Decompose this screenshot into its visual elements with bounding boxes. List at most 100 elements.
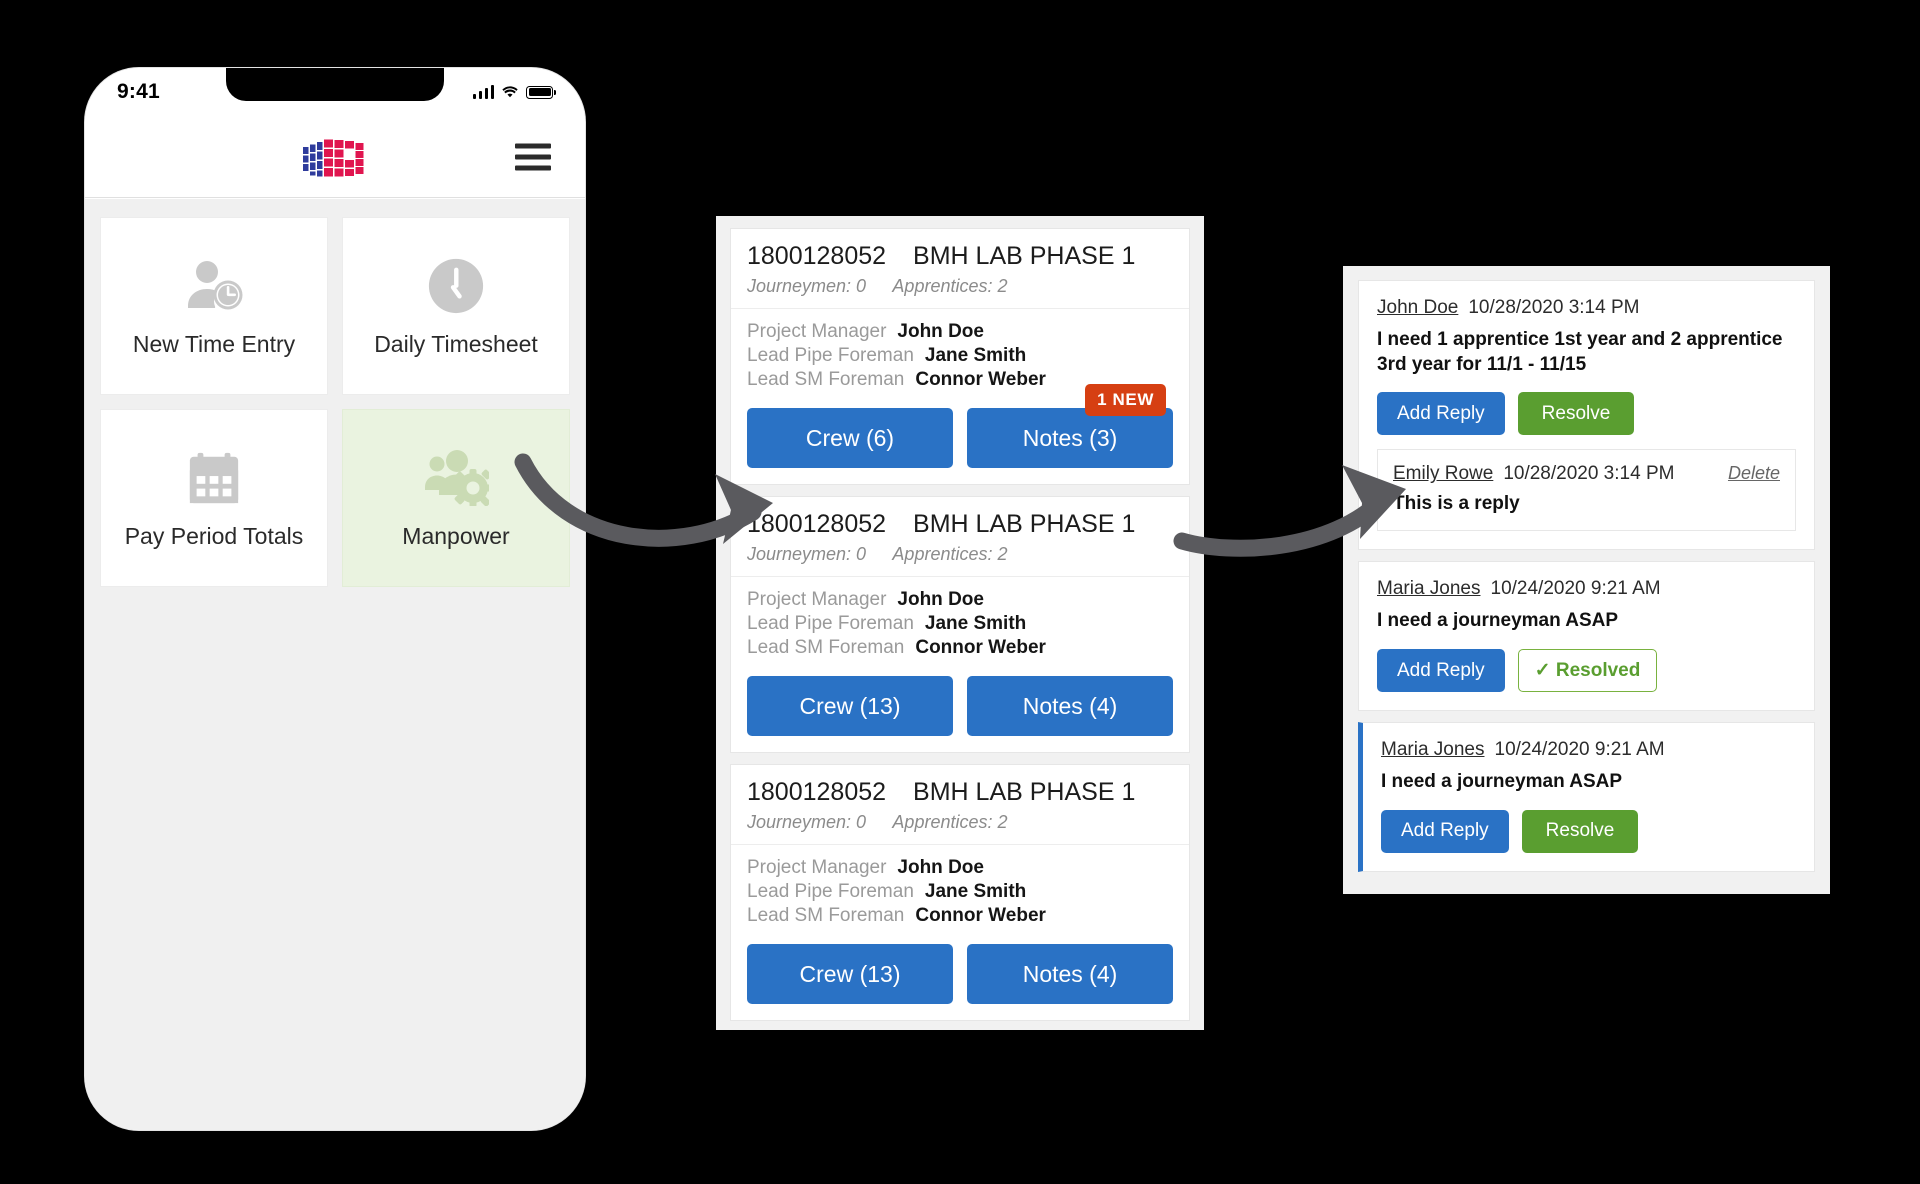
apprentices-count: Apprentices: 2 <box>892 544 1008 564</box>
project-counts: Journeymen: 0 Apprentices: 2 <box>747 812 1173 833</box>
apprentices-count: Apprentices: 2 <box>892 812 1008 832</box>
resolve-button[interactable]: Resolve <box>1521 809 1639 853</box>
project-card[interactable]: 1800128052 BMH LAB PHASE 1 Journeymen: 0… <box>730 228 1190 485</box>
calendar-icon <box>181 447 247 509</box>
note-reply-header: Emily Rowe 10/28/2020 3:14 PM Delete <box>1393 463 1780 485</box>
project-name: BMH LAB PHASE 1 <box>913 778 1136 806</box>
project-title-row: 1800128052 BMH LAB PHASE 1 <box>747 510 1173 539</box>
project-number: 1800128052 <box>747 242 887 270</box>
note-card: Maria Jones 10/24/2020 9:21 AM I need a … <box>1358 561 1815 712</box>
phone-screen: 9:41 New Time Entry Daily Timesheet Pay … <box>85 68 585 1130</box>
project-card[interactable]: 1800128052 BMH LAB PHASE 1 Journeymen: 0… <box>730 496 1190 753</box>
project-card-header: 1800128052 BMH LAB PHASE 1 Journeymen: 0… <box>731 765 1189 845</box>
dashboard-body: New Time Entry Daily Timesheet Pay Perio… <box>85 199 585 1130</box>
project-role-label: Lead SM Foreman <box>747 637 905 658</box>
project-role-value: John Doe <box>897 857 984 878</box>
journeymen-count: Journeymen: 0 <box>747 812 867 832</box>
project-role-value: John Doe <box>897 589 984 610</box>
project-role-value: Connor Weber <box>915 369 1046 390</box>
note-text: I need 1 apprentice 1st year and 2 appre… <box>1377 329 1783 375</box>
notes-button[interactable]: Notes (4) <box>967 676 1173 736</box>
project-role-label: Project Manager <box>747 857 887 878</box>
hamburger-menu-icon[interactable] <box>515 143 551 170</box>
project-role-row: Lead SM Foreman Connor Weber <box>747 905 1173 927</box>
project-role-row: Lead SM Foreman Connor Weber <box>747 637 1173 659</box>
project-role-row: Lead Pipe Foreman Jane Smith <box>747 881 1173 903</box>
resolved-status-button[interactable]: ✓ Resolved <box>1517 649 1658 693</box>
project-role-label: Lead SM Foreman <box>747 369 905 390</box>
app-header <box>85 116 585 198</box>
add-reply-button[interactable]: Add Reply <box>1381 809 1509 853</box>
tile-label: New Time Entry <box>132 330 296 357</box>
project-role-row: Project Manager John Doe <box>747 857 1173 879</box>
project-role-label: Lead Pipe Foreman <box>747 345 914 366</box>
tile-pay-period-totals[interactable]: Pay Period Totals <box>100 409 328 587</box>
project-card-header: 1800128052 BMH LAB PHASE 1 Journeymen: 0… <box>731 229 1189 309</box>
project-role-row: Project Manager John Doe <box>747 321 1173 343</box>
project-list-panel: 1800128052 BMH LAB PHASE 1 Journeymen: 0… <box>716 216 1204 1030</box>
clock-icon <box>423 255 489 317</box>
project-counts: Journeymen: 0 Apprentices: 2 <box>747 544 1173 565</box>
project-action-row: Crew (6) Notes (3) 1 NEW <box>747 384 1173 468</box>
note-text: I need a journeyman ASAP <box>1381 771 1623 793</box>
project-name: BMH LAB PHASE 1 <box>913 510 1136 538</box>
status-time: 9:41 <box>117 80 160 103</box>
journeymen-count: Journeymen: 0 <box>747 544 867 564</box>
resolve-button[interactable]: Resolve <box>1517 392 1635 436</box>
project-role-row: Lead Pipe Foreman Jane Smith <box>747 345 1173 367</box>
note-header: John Doe 10/28/2020 3:14 PM <box>1377 297 1796 319</box>
project-card-body: Project Manager John Doe Lead Pipe Forem… <box>731 577 1189 752</box>
project-card-body: Project Manager John Doe Lead Pipe Forem… <box>731 845 1189 1020</box>
note-action-row: Add Reply ✓ Resolved <box>1377 649 1796 693</box>
tile-label: Pay Period Totals <box>124 522 304 549</box>
project-title-row: 1800128052 BMH LAB PHASE 1 <box>747 242 1173 271</box>
notes-button[interactable]: Notes (3) <box>967 408 1173 468</box>
note-author[interactable]: Maria Jones <box>1381 739 1485 761</box>
project-counts: Journeymen: 0 Apprentices: 2 <box>747 276 1173 297</box>
status-indicators <box>472 85 557 99</box>
project-role-value: Jane Smith <box>924 881 1027 902</box>
tile-manpower[interactable]: Manpower <box>342 409 570 587</box>
note-reply-author[interactable]: Emily Rowe <box>1393 463 1493 485</box>
project-role-value: Jane Smith <box>924 613 1027 634</box>
wifi-icon <box>502 86 518 98</box>
add-reply-button[interactable]: Add Reply <box>1377 392 1505 436</box>
battery-icon <box>526 85 557 99</box>
crew-button[interactable]: Crew (13) <box>747 676 953 736</box>
note-text: I need a journeyman ASAP <box>1377 610 1619 632</box>
note-card: Maria Jones 10/24/2020 9:21 AM I need a … <box>1358 722 1815 872</box>
project-card-body: Project Manager John Doe Lead Pipe Forem… <box>731 309 1189 484</box>
add-reply-button[interactable]: Add Reply <box>1377 649 1505 693</box>
project-role-value: Connor Weber <box>915 637 1046 658</box>
delete-reply-link[interactable]: Delete <box>1728 463 1780 484</box>
tile-new-time-entry[interactable]: New Time Entry <box>100 217 328 395</box>
project-role-label: Lead Pipe Foreman <box>747 881 914 902</box>
project-role-value: Jane Smith <box>924 345 1027 366</box>
project-role-label: Project Manager <box>747 589 887 610</box>
tile-label: Manpower <box>402 522 510 549</box>
crew-button[interactable]: Crew (6) <box>747 408 953 468</box>
note-author[interactable]: John Doe <box>1377 297 1458 319</box>
project-number: 1800128052 <box>747 510 887 538</box>
tile-label: Daily Timesheet <box>374 330 538 357</box>
project-role-label: Project Manager <box>747 321 887 342</box>
project-role-row: Lead Pipe Foreman Jane Smith <box>747 613 1173 635</box>
phone-notch <box>226 68 444 101</box>
screenshot-stage: 9:41 New Time Entry Daily Timesheet Pay … <box>0 0 1920 1184</box>
tile-daily-timesheet[interactable]: Daily Timesheet <box>342 217 570 395</box>
project-role-value: John Doe <box>897 321 984 342</box>
note-author[interactable]: Maria Jones <box>1377 578 1481 600</box>
project-role-row: Project Manager John Doe <box>747 589 1173 611</box>
notes-panel: John Doe 10/28/2020 3:14 PM I need 1 app… <box>1343 266 1830 894</box>
note-header: Maria Jones 10/24/2020 9:21 AM <box>1377 578 1796 600</box>
note-reply: Emily Rowe 10/28/2020 3:14 PM Delete Thi… <box>1377 449 1796 532</box>
new-notes-badge: 1 NEW <box>1085 384 1166 416</box>
note-date: 10/28/2020 3:14 PM <box>1468 297 1640 318</box>
project-action-row: Crew (13) Notes (4) <box>747 676 1173 736</box>
crew-button[interactable]: Crew (13) <box>747 944 953 1004</box>
apprentices-count: Apprentices: 2 <box>892 276 1008 296</box>
project-action-row: Crew (13) Notes (4) <box>747 944 1173 1004</box>
project-card[interactable]: 1800128052 BMH LAB PHASE 1 Journeymen: 0… <box>730 764 1190 1021</box>
people-gear-icon <box>423 447 489 509</box>
notes-button[interactable]: Notes (4) <box>967 944 1173 1004</box>
